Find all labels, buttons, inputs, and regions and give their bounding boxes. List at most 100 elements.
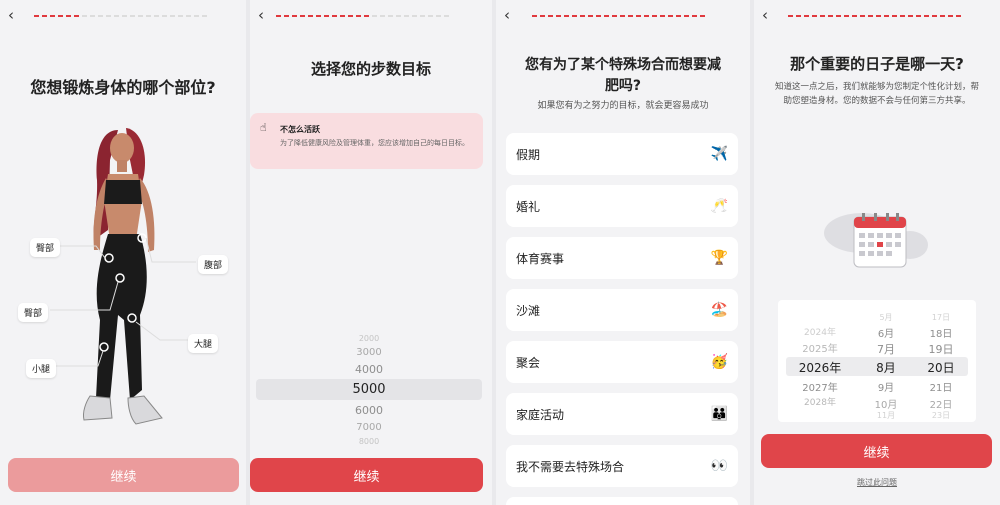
calendar-icon [822,205,932,279]
back-button[interactable]: ‹ [762,6,768,24]
progress-segment [628,15,633,17]
progress-segment [404,15,409,17]
chevron-left-icon: ‹ [8,6,14,24]
month-option[interactable]: 7月 [858,341,914,357]
progress-segment [82,15,87,17]
progress-segment [860,15,865,17]
champagne-glasses-icon: 🥂 [710,198,728,214]
body-tag-waist[interactable]: 腹部 [198,255,229,274]
year-option[interactable]: 2024年 [778,325,862,338]
progress-segment [900,15,905,17]
picker-option[interactable]: 8000 [256,437,482,446]
occasion-option-beach[interactable]: 沙滩 🏖️ [506,289,738,331]
screen-special-occasion: ‹ 您有为了某个特殊场合而想要减 肥吗? 如果您有为之努力的目标，就会更容易成功… [496,0,750,505]
progress-segment [50,15,55,17]
progress-segment [956,15,961,17]
progress-segment [348,15,353,17]
progress-segment [596,15,601,17]
eyes-icon: 👀 [710,458,728,474]
occasion-option-family-event[interactable]: 家庭活动 👪 [506,393,738,435]
progress-segment [34,15,39,17]
picker-option[interactable]: 4000 [256,363,482,376]
occasion-option-none[interactable]: 我不需要去特殊场合 👀 [506,445,738,487]
body-tag-hip[interactable]: 臀部 [30,238,61,257]
page-title-line: 您有为了某个特殊场合而想要减 [525,57,721,73]
picker-option[interactable]: 6000 [256,404,482,417]
back-button[interactable]: ‹ [258,6,264,24]
day-option[interactable]: 17日 [910,312,972,323]
month-option[interactable]: 6月 [858,325,914,340]
body-tag-thigh[interactable]: 大腿 [188,334,219,353]
back-button[interactable]: ‹ [504,6,510,24]
progress-segment [154,15,159,17]
continue-button[interactable]: 继续 [761,434,992,468]
step-picker[interactable]: 2000 3000 4000 5000 6000 7000 8000 [256,330,482,448]
month-option[interactable]: 10月 [858,396,914,411]
occasion-option-wedding[interactable]: 婚礼 🥂 [506,185,738,227]
month-column[interactable]: 5月 6月 7月 8月 9月 10月 11月 [858,300,914,422]
day-option[interactable]: 21日 [910,379,972,394]
occasion-option-vacation[interactable]: 假期 ✈️ [506,133,738,175]
picker-selected-value[interactable]: 5000 [256,382,482,397]
progress-segment [852,15,857,17]
picker-option[interactable]: 3000 [256,347,482,358]
body-tag-butt[interactable]: 臀部 [18,303,49,322]
progress-segment [812,15,817,17]
skip-question-link[interactable]: 跳过此问题 [754,477,1000,488]
progress-segment [692,15,697,17]
body-tag-calf[interactable]: 小腿 [26,359,57,378]
occasion-option-party[interactable]: 聚会 🥳 [506,341,738,383]
progress-segment [844,15,849,17]
progress-segment [684,15,689,17]
trophy-icon: 🏆 [710,250,728,266]
year-option[interactable]: 2025年 [778,340,862,355]
occasion-option-sports-event[interactable]: 体育赛事 🏆 [506,237,738,279]
continue-button[interactable]: 继续 [250,458,483,492]
subtitle-line: 助您塑造身材。您的数据不会与任何第三方共享。 [783,96,971,106]
month-option[interactable]: 11月 [858,410,914,421]
picker-option[interactable]: 2000 [256,334,482,343]
month-option[interactable]: 9月 [858,379,914,394]
year-option[interactable]: 2028年 [778,395,862,408]
progress-segment [836,15,841,17]
pointing-hand-icon: ☝ [260,121,267,134]
year-column[interactable]: 2024年 2025年 2026年 2027年 2028年 [778,300,862,422]
day-selected[interactable]: 20日 [910,359,972,376]
year-selected[interactable]: 2026年 [778,359,862,376]
progress-segment [700,15,705,17]
page-title: 您有为了某个特殊场合而想要减 肥吗? [496,55,750,97]
progress-segment [612,15,617,17]
progress-segment [202,15,207,17]
back-button[interactable]: ‹ [8,6,14,24]
progress-segment [796,15,801,17]
progress-segment [114,15,119,17]
screen-body-part: ‹ 您想锻炼身体的哪个部位? 臀部 腹部 臀部 大腿 小腿 继续 [0,0,246,505]
progress-bar [788,15,961,17]
month-option[interactable]: 5月 [858,312,914,323]
progress-segment [42,15,47,17]
year-option[interactable]: 2027年 [778,379,862,394]
progress-segment [356,15,361,17]
day-column[interactable]: 17日 18日 19日 20日 21日 22日 23日 [910,300,972,422]
progress-segment [884,15,889,17]
chevron-left-icon: ‹ [504,6,510,24]
party-face-icon: 🥳 [710,354,728,370]
day-option[interactable]: 22日 [910,396,972,411]
progress-segment [868,15,873,17]
picker-option[interactable]: 7000 [256,422,482,433]
day-option[interactable]: 19日 [910,341,972,357]
option-label: 家庭活动 [516,407,565,422]
day-option[interactable]: 18日 [910,325,972,340]
progress-segment [580,15,585,17]
continue-button[interactable]: 继续 [8,458,239,492]
progress-segment [924,15,929,17]
day-option[interactable]: 23日 [910,410,972,421]
option-label: 婚礼 [516,199,541,214]
month-selected[interactable]: 8月 [858,359,914,376]
occasion-option-partial[interactable] [506,497,738,505]
progress-segment [324,15,329,17]
page-title: 那个重要的日子是哪一天? [790,55,964,73]
screen-important-date: ‹ 那个重要的日子是哪一天? 知道这一点之后，我们就能够为您制定个性化计划，帮 … [754,0,1000,505]
date-picker[interactable]: 2024年 2025年 2026年 2027年 2028年 5月 6月 7月 8… [778,300,976,422]
progress-segment [556,15,561,17]
